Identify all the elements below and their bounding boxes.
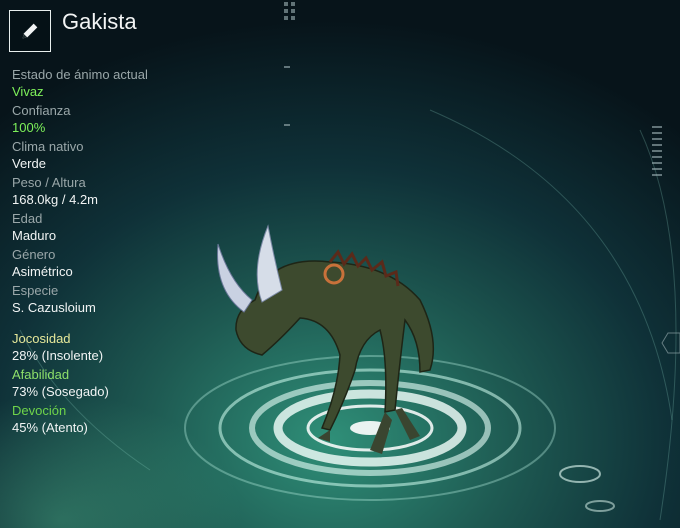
trait-value: 73% (Sosegado) (12, 384, 109, 399)
stat-value: Vivaz (12, 84, 44, 99)
stat-mood: Estado de ánimo actual Vivaz (12, 66, 148, 100)
trait-value: 28% (Insolente) (12, 348, 104, 363)
trait-playfulness: Jocosidad 28% (Insolente) (12, 330, 109, 364)
trait-label: Jocosidad (12, 331, 71, 346)
holo-pedestal (184, 355, 615, 512)
stat-label: Género (12, 247, 56, 262)
stats-panel: Estado de ánimo actual Vivaz Confianza 1… (12, 66, 148, 318)
stat-value: 168.0kg / 4.2m (12, 192, 98, 207)
hex-marker (661, 332, 680, 354)
stat-weight-height: Peso / Altura 168.0kg / 4.2m (12, 174, 148, 208)
stat-label: Confianza (12, 103, 71, 118)
stat-trust: Confianza 100% (12, 102, 148, 136)
stat-label: Edad (12, 211, 43, 226)
stat-value: Asimétrico (12, 264, 73, 279)
creature-name: Gakista (62, 9, 137, 34)
trait-friendliness: Afabilidad 73% (Sosegado) (12, 366, 109, 400)
stat-value: 100% (12, 120, 46, 135)
stat-label: Estado de ánimo actual (12, 67, 148, 82)
stat-value: S. Cazusloium (12, 300, 96, 315)
stat-gender: Género Asimétrico (12, 246, 148, 280)
edit-name-button[interactable] (9, 10, 51, 52)
pencil-icon (19, 20, 41, 42)
stat-value: Maduro (12, 228, 57, 243)
stat-label: Especie (12, 283, 59, 298)
stat-species: Especie S. Cazusloium (12, 282, 148, 316)
trait-label: Afabilidad (12, 367, 70, 382)
creature-figure (217, 224, 435, 454)
stat-climate: Clima nativo Verde (12, 138, 148, 172)
trait-devotion: Devoción 45% (Atento) (12, 402, 109, 436)
hud-ticks (284, 2, 662, 176)
trait-value: 45% (Atento) (12, 420, 88, 435)
traits-panel: Jocosidad 28% (Insolente) Afabilidad 73%… (12, 330, 109, 438)
stat-age: Edad Maduro (12, 210, 148, 244)
stat-label: Peso / Altura (12, 175, 86, 190)
stat-value: Verde (12, 156, 46, 171)
trait-label: Devoción (12, 403, 67, 418)
stat-label: Clima nativo (12, 139, 84, 154)
